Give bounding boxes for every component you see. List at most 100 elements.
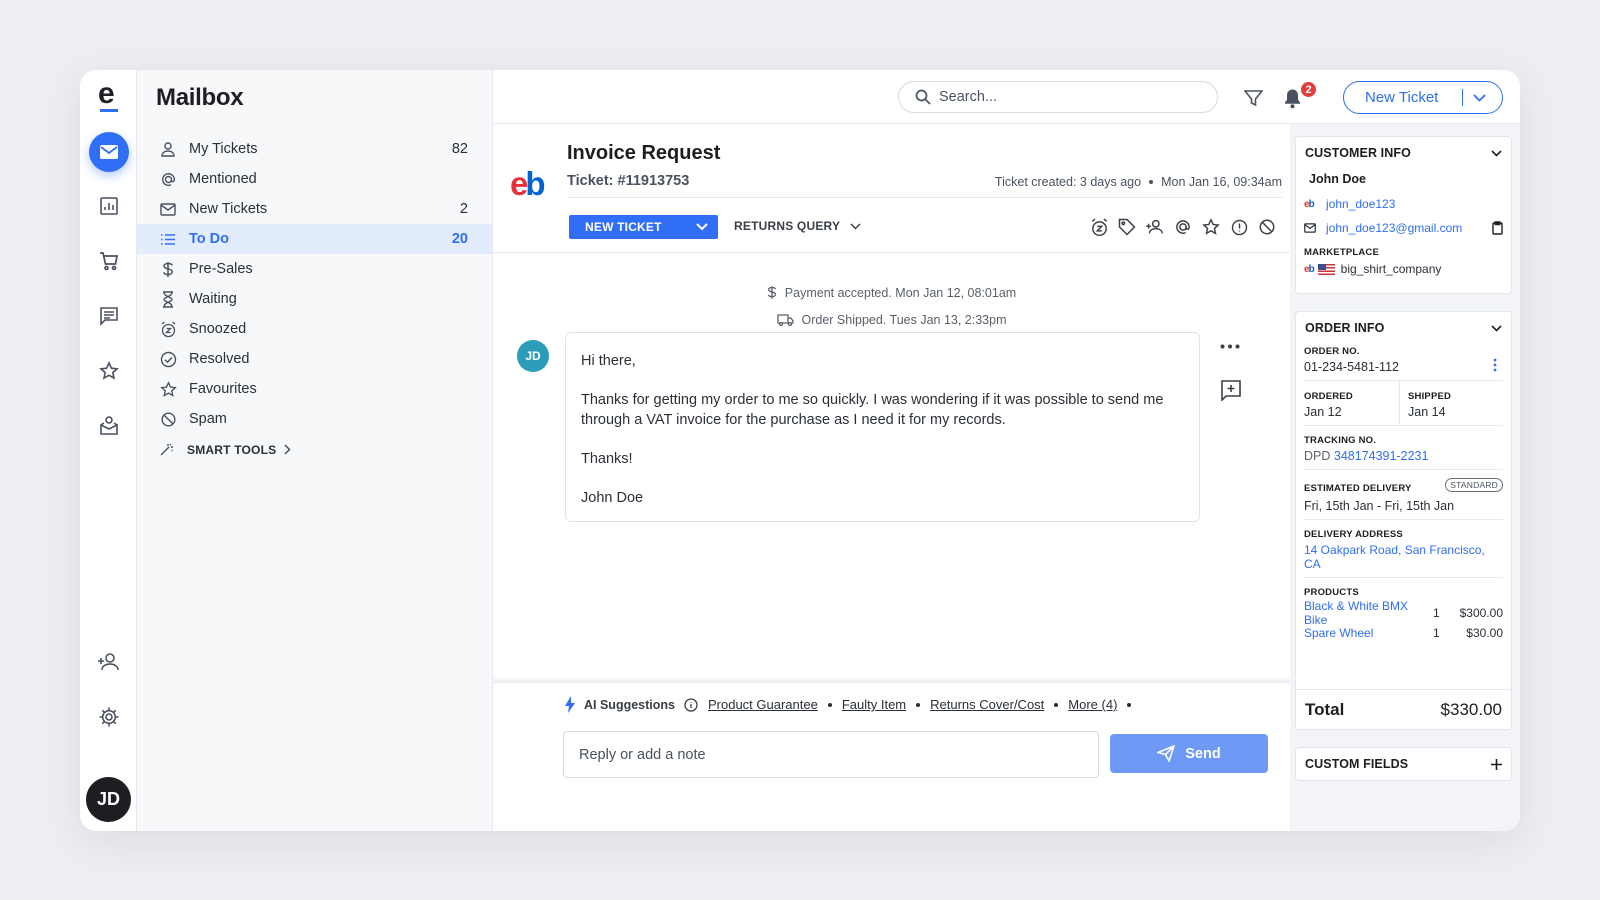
folder-label: Mentioned	[189, 171, 257, 187]
magic-wand-icon	[160, 443, 173, 456]
block-icon	[1259, 219, 1275, 235]
app-window: e JD Mailbox My Tickets 82 Mentioned New…	[80, 70, 1520, 831]
order-info-header[interactable]: ORDER INFO	[1296, 312, 1511, 344]
dollar-icon	[767, 286, 776, 299]
user-icon	[161, 142, 175, 157]
star-icon	[1202, 218, 1220, 235]
category-dropdown[interactable]: RETURNS QUERY	[734, 219, 861, 233]
delivery-label: ESTIMATED DELIVERY	[1304, 483, 1412, 494]
marketplace-logo: eb	[1304, 198, 1315, 210]
folder-label: To Do	[189, 231, 229, 247]
folder-spam[interactable]: Spam	[137, 404, 492, 434]
assign-button[interactable]	[1141, 215, 1169, 239]
reply-input[interactable]	[579, 746, 1083, 763]
filter-button[interactable]	[1244, 90, 1263, 107]
new-ticket-button[interactable]: New Ticket	[1343, 81, 1503, 114]
marketplace-logo: eb	[1304, 263, 1315, 275]
folder-favourites[interactable]: Favourites	[137, 374, 492, 404]
customer-email[interactable]: john_doe123@gmail.com	[1326, 221, 1492, 235]
send-label: Send	[1185, 745, 1221, 762]
folder-pre-sales[interactable]: Pre-Sales	[137, 254, 492, 284]
ai-suggestions: AI Suggestions Product Guarantee Faulty …	[565, 696, 1141, 713]
app-logo[interactable]: e	[98, 79, 122, 112]
suggestion-link[interactable]: Faulty Item	[842, 697, 906, 712]
message-more-button[interactable]	[1220, 344, 1240, 349]
rail-orders[interactable]	[89, 241, 129, 281]
rail-analytics[interactable]	[89, 186, 129, 226]
customer-username-row: eb john_doe123	[1296, 192, 1511, 216]
customer-username[interactable]: john_doe123	[1326, 197, 1503, 211]
snooze-clock-icon	[161, 320, 175, 337]
customer-info-card: CUSTOMER INFO John Doe eb john_doe123 jo…	[1295, 136, 1512, 294]
list-icon	[161, 233, 175, 245]
tag-button[interactable]	[1113, 215, 1141, 239]
info-icon[interactable]	[684, 697, 698, 712]
search-bar[interactable]	[898, 81, 1218, 113]
folder-new-tickets[interactable]: New Tickets 2	[137, 194, 492, 224]
rail-settings[interactable]	[89, 697, 129, 737]
plus-icon[interactable]	[1491, 758, 1502, 770]
more-vertical-icon[interactable]	[1493, 358, 1497, 372]
product-name[interactable]: Spare Wheel	[1304, 626, 1433, 640]
rail-add-user[interactable]	[89, 642, 129, 682]
truck-icon	[776, 313, 794, 326]
folder-mentioned[interactable]: Mentioned	[137, 164, 492, 194]
order-dates-row: ORDERED Jan 12 SHIPPED Jan 14	[1304, 381, 1503, 426]
customer-info-header[interactable]: CUSTOMER INFO	[1296, 137, 1511, 169]
settings-icon	[99, 707, 119, 727]
mention-button[interactable]	[1169, 215, 1197, 239]
chevron-down-icon[interactable]	[1473, 93, 1486, 102]
block-icon	[160, 411, 176, 427]
reply-field[interactable]	[563, 731, 1099, 778]
separator-dot	[1054, 702, 1059, 707]
divider	[1462, 89, 1463, 106]
product-name[interactable]: Black & White BMX Bike	[1304, 599, 1433, 627]
filter-icon	[1244, 90, 1263, 107]
folder-my-tickets[interactable]: My Tickets 82	[137, 134, 492, 164]
delivery-estimate: Fri, 15th Jan - Fri, 15th Jan	[1304, 499, 1455, 513]
delivery-address[interactable]: 14 Oakpark Road, San Francisco, CA	[1304, 543, 1503, 571]
total-value: $330.00	[1440, 699, 1502, 719]
separator-dot	[1127, 702, 1132, 707]
event-text: Order Shipped. Tues Jan 13, 2:33pm	[801, 312, 1007, 327]
clipboard-icon[interactable]	[1492, 221, 1503, 235]
reply-composer: AI Suggestions Product Guarantee Faulty …	[493, 682, 1290, 831]
folder-waiting[interactable]: Waiting	[137, 284, 492, 314]
add-note-button[interactable]	[1220, 379, 1242, 401]
folder-label: Waiting	[189, 291, 237, 307]
search-icon	[915, 89, 931, 105]
rail-favourites[interactable]	[89, 351, 129, 391]
ticket-title: Invoice Request	[567, 142, 721, 164]
folder-resolved[interactable]: Resolved	[137, 344, 492, 374]
products-label: PRODUCTS	[1304, 587, 1359, 598]
suggestion-link[interactable]: Returns Cover/Cost	[930, 697, 1044, 712]
separator-dot	[827, 702, 832, 707]
folder-to-do[interactable]: To Do 20	[137, 224, 492, 254]
suggestion-more-link[interactable]: More (4)	[1068, 697, 1117, 712]
user-avatar[interactable]: JD	[86, 777, 131, 822]
search-input[interactable]	[939, 89, 1189, 105]
rail-chat[interactable]	[89, 296, 129, 336]
ticket-header: eb Invoice Request Ticket: #11913753 Tic…	[493, 124, 1290, 253]
send-button[interactable]: Send	[1110, 734, 1268, 773]
customer-info-title: CUSTOMER INFO	[1305, 146, 1411, 160]
rail-mail[interactable]	[89, 132, 129, 172]
smart-tools-toggle[interactable]: SMART TOOLS	[159, 442, 291, 457]
custom-fields-header[interactable]: CUSTOM FIELDS	[1296, 748, 1511, 780]
snooze-button[interactable]	[1085, 215, 1113, 239]
rail-inbox[interactable]	[89, 406, 129, 446]
suggestion-link[interactable]: Product Guarantee	[708, 697, 818, 712]
tracking-number[interactable]: 348174391-2231	[1334, 449, 1429, 463]
ordered-label: ORDERED	[1304, 391, 1353, 402]
status-dropdown[interactable]: NEW TICKET	[569, 215, 718, 239]
marketplace-logo: eb	[510, 165, 546, 202]
priority-button[interactable]	[1225, 215, 1253, 239]
us-flag-icon	[1317, 263, 1335, 275]
order-number-row: ORDER NO. 01-234-5481-112	[1304, 344, 1503, 381]
favourite-button[interactable]	[1197, 215, 1225, 239]
spam-button[interactable]	[1253, 215, 1281, 239]
folder-snoozed[interactable]: Snoozed	[137, 314, 492, 344]
divider	[567, 197, 1282, 198]
category-label: RETURNS QUERY	[734, 219, 841, 233]
folder-label: Pre-Sales	[189, 261, 253, 277]
